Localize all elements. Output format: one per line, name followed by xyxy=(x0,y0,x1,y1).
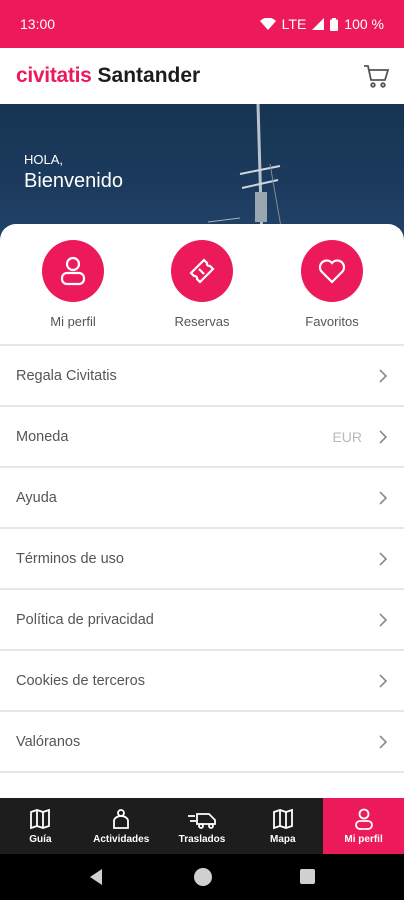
chevron-right-icon xyxy=(379,368,388,383)
status-bar: 13:00 LTE 100 % xyxy=(0,0,404,48)
chevron-right-icon xyxy=(379,551,388,566)
menu-item-label: Ayuda xyxy=(16,489,57,506)
network-label: LTE xyxy=(281,16,307,32)
wifi-icon xyxy=(259,18,276,30)
tab-label: Actividades xyxy=(93,833,150,845)
battery-icon xyxy=(330,17,339,31)
transfer-icon xyxy=(187,812,216,829)
system-nav-bar xyxy=(0,854,404,900)
chevron-right-icon xyxy=(379,612,388,627)
chevron-right-icon xyxy=(379,490,388,505)
signal-icon xyxy=(312,18,325,30)
quick-action-favorites[interactable]: Favoritos xyxy=(272,240,392,329)
tab-actividades[interactable]: Actividades xyxy=(81,798,162,854)
brand: civitatis Santander xyxy=(16,64,200,88)
tab-label: Mi perfil xyxy=(344,833,383,845)
tab-mapa[interactable]: Mapa xyxy=(242,798,323,854)
antenna-mast-image xyxy=(207,104,285,244)
chevron-right-icon xyxy=(379,429,388,444)
hero-banner: HOLA, Bienvenido xyxy=(0,104,404,244)
menu-item-label: Términos de uso xyxy=(16,550,124,567)
quick-action-label: Reservas xyxy=(174,314,230,329)
quick-action-label: Mi perfil xyxy=(50,314,96,329)
menu-item-moneda[interactable]: Moneda EUR xyxy=(0,405,404,466)
menu-item-privacidad[interactable]: Política de privacidad xyxy=(0,588,404,649)
home-icon[interactable] xyxy=(194,868,212,886)
activities-icon xyxy=(113,808,130,829)
app-header: civitatis Santander xyxy=(0,48,404,104)
currency-value: EUR xyxy=(332,428,362,445)
civitatis-logo: civitatis xyxy=(16,64,92,87)
profile-panel: Mi perfil Reservas Favoritos Regala Civi… xyxy=(0,224,404,798)
menu-item-ayuda[interactable]: Ayuda xyxy=(0,466,404,527)
menu-divider xyxy=(0,771,404,798)
city-title: Santander xyxy=(97,64,201,87)
hero-title: Bienvenido xyxy=(24,170,123,192)
menu-item-terminos[interactable]: Términos de uso xyxy=(0,527,404,588)
tab-label: Mapa xyxy=(270,833,296,845)
bottom-tab-bar: Guía Actividades Traslados Mapa Mi perfi… xyxy=(0,798,404,854)
ticket-icon xyxy=(189,258,215,284)
menu-item-valoranos[interactable]: Valóranos xyxy=(0,710,404,771)
quick-actions: Mi perfil Reservas Favoritos xyxy=(0,240,404,344)
user-icon xyxy=(60,256,86,286)
menu-item-label: Cookies de terceros xyxy=(16,672,145,689)
menu-item-label: Política de privacidad xyxy=(16,611,154,628)
user-icon xyxy=(354,808,373,830)
chevron-right-icon xyxy=(379,734,388,749)
menu-item-label: Moneda xyxy=(16,428,69,445)
cart-icon[interactable] xyxy=(362,62,390,90)
tab-label: Traslados xyxy=(178,833,226,845)
menu-item-regala[interactable]: Regala Civitatis xyxy=(0,344,404,405)
tab-label: Guía xyxy=(29,833,52,845)
hero-greeting: HOLA, xyxy=(24,152,64,167)
back-icon[interactable] xyxy=(88,868,104,886)
chevron-right-icon xyxy=(379,673,388,688)
menu-item-cookies[interactable]: Cookies de terceros xyxy=(0,649,404,710)
map-icon xyxy=(272,808,293,829)
tab-traslados[interactable]: Traslados xyxy=(162,798,243,854)
heart-icon xyxy=(318,259,346,284)
menu-item-label: Regala Civitatis xyxy=(16,367,117,384)
tab-guia[interactable]: Guía xyxy=(0,798,81,854)
quick-action-label: Favoritos xyxy=(305,314,359,329)
battery-label: 100 % xyxy=(344,16,384,32)
recents-icon[interactable] xyxy=(300,869,315,884)
tab-mi-perfil[interactable]: Mi perfil xyxy=(323,798,404,854)
status-icons: LTE 100 % xyxy=(259,16,384,32)
settings-menu: Regala Civitatis Moneda EUR Ayuda Términ… xyxy=(0,344,404,798)
quick-action-profile[interactable]: Mi perfil xyxy=(13,240,133,329)
menu-item-label: Valóranos xyxy=(16,733,81,750)
status-time: 13:00 xyxy=(20,16,56,32)
quick-action-bookings[interactable]: Reservas xyxy=(142,240,262,329)
map-book-icon xyxy=(30,808,51,829)
